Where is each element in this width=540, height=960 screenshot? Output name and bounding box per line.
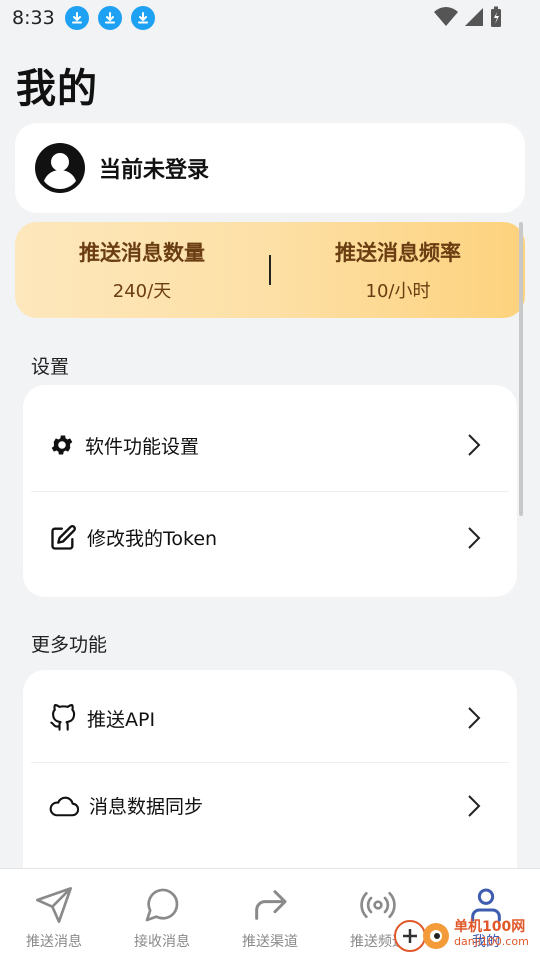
chevron-right-icon	[468, 526, 481, 549]
stat-label: 推送消息数量	[79, 241, 205, 265]
edit-icon	[51, 524, 76, 550]
section-label-settings: 设置	[31, 356, 70, 378]
wifi-icon	[434, 7, 458, 27]
download-notification-icon	[130, 6, 155, 30]
stat-value: 240/天	[112, 281, 172, 302]
page-title: 我的	[16, 66, 98, 112]
nav-label: 接收消息	[134, 934, 190, 950]
section-label-more: 更多功能	[31, 634, 108, 656]
item-label: 消息数据同步	[89, 796, 204, 818]
item-label: 推送API	[87, 708, 156, 731]
chat-icon	[145, 888, 179, 922]
nav-label: 推送消息	[26, 934, 82, 950]
status-bar: 8:33	[0, 0, 540, 36]
chevron-right-icon	[468, 707, 481, 729]
chevron-right-icon	[468, 434, 481, 456]
scrollbar[interactable]	[519, 222, 523, 516]
stats-card: 推送消息数量 240/天 推送消息频率 10/小时	[15, 222, 525, 318]
item-label: 修改我的Token	[87, 528, 218, 550]
watermark-logo-icon	[394, 920, 449, 952]
signal-icon	[465, 8, 483, 26]
battery-icon	[491, 6, 501, 27]
watermark-title: 单机100网	[454, 919, 526, 935]
watermark-text: 单机100网 danji100.com	[454, 919, 529, 949]
stat-push-count: 推送消息数量 240/天	[15, 237, 269, 303]
download-notification-icon	[97, 6, 122, 30]
nav-item-push-channels[interactable]: 推送渠道	[216, 869, 324, 960]
chevron-right-icon	[468, 794, 481, 817]
send-icon	[36, 887, 72, 923]
list-item-edit-token[interactable]: 修改我的Token	[31, 491, 509, 583]
nav-label: 推送渠道	[242, 934, 298, 950]
settings-card: 软件功能设置 修改我的Token	[23, 385, 517, 597]
status-indicators	[434, 6, 502, 28]
more-card: 推送API 消息数据同步	[23, 670, 517, 880]
avatar-icon	[35, 143, 85, 193]
list-item-app-settings[interactable]: 软件功能设置	[31, 399, 509, 491]
stat-value: 10/小时	[365, 281, 431, 302]
list-item-push-api[interactable]: 推送API	[31, 674, 509, 762]
cloud-icon	[49, 796, 79, 816]
gear-icon	[51, 435, 73, 455]
login-card[interactable]: 当前未登录	[15, 123, 525, 213]
github-icon	[50, 704, 76, 731]
watermark: 单机100网 danji100.com	[394, 914, 529, 954]
list-item-data-sync[interactable]: 消息数据同步	[31, 762, 509, 848]
nav-item-push-messages[interactable]: 推送消息	[0, 869, 108, 960]
stat-push-rate: 推送消息频率 10/小时	[271, 237, 525, 303]
stat-label: 推送消息频率	[335, 241, 461, 265]
item-label: 软件功能设置	[85, 435, 200, 458]
status-time: 8:33	[12, 7, 55, 29]
download-notification-icon	[64, 6, 89, 30]
nav-item-receive-messages[interactable]: 接收消息	[108, 869, 216, 960]
share-arrow-icon	[255, 890, 287, 920]
login-status-text: 当前未登录	[99, 158, 210, 183]
watermark-url: danji100.com	[454, 935, 529, 948]
